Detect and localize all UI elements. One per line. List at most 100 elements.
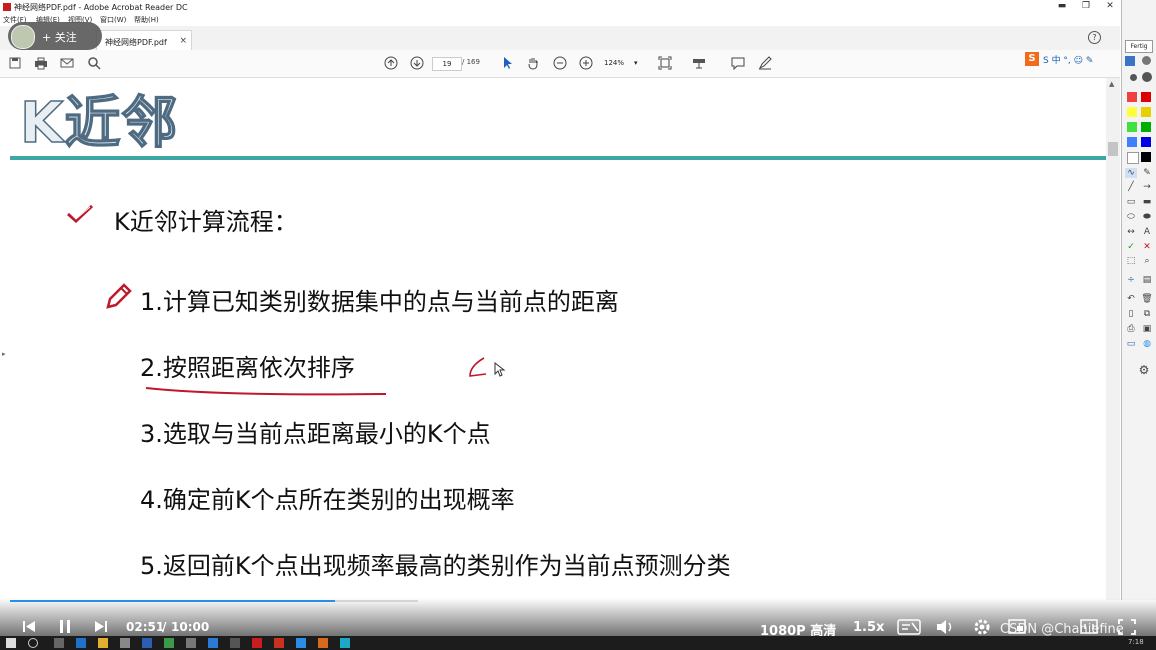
- taskbar-app-icon-5[interactable]: [208, 638, 218, 648]
- menu-window[interactable]: 窗口(W): [100, 15, 126, 25]
- color-swatch-yellow[interactable]: [1141, 107, 1151, 117]
- task-view-icon[interactable]: [54, 638, 64, 648]
- skip-forward-icon[interactable]: [94, 620, 108, 633]
- fit-page-icon[interactable]: [658, 56, 672, 70]
- copy-icon[interactable]: ⧉: [1141, 309, 1153, 319]
- danmaku-off-icon[interactable]: [897, 619, 921, 635]
- tab-label: 神经网络PDF.pdf: [105, 38, 167, 47]
- pencil-icon: [106, 283, 132, 309]
- email-icon[interactable]: [60, 56, 74, 70]
- windows-start-icon[interactable]: [6, 638, 16, 648]
- zoom-level[interactable]: 124% ▾: [604, 57, 642, 69]
- sogou-input-bar[interactable]: S S 中 °, ☺ ✎: [1025, 52, 1120, 66]
- comment-icon[interactable]: [731, 56, 745, 70]
- left-panel-expand-icon[interactable]: ▸: [2, 350, 6, 358]
- help-icon[interactable]: ?: [1088, 31, 1101, 44]
- select-cursor-icon[interactable]: [500, 56, 514, 70]
- settings-add-icon[interactable]: ⚙: [1138, 363, 1150, 377]
- taskbar-app-icon-10[interactable]: [340, 638, 350, 648]
- sogou-icon: S: [1025, 52, 1039, 66]
- filled-rectangle-tool-icon[interactable]: ▬: [1141, 197, 1153, 207]
- follow-button[interactable]: + 关注: [8, 22, 102, 50]
- zoom-in-icon[interactable]: [579, 56, 593, 70]
- taskbar-app-icon-2[interactable]: [142, 638, 152, 648]
- scrollbar-thumb[interactable]: [1108, 142, 1118, 156]
- taskbar-app-icon-6[interactable]: [230, 638, 240, 648]
- save-icon[interactable]: [8, 56, 22, 70]
- color-swatch-blue[interactable]: [1141, 137, 1151, 147]
- color-swatch-light-yellow[interactable]: [1127, 107, 1137, 117]
- arrow-tool-icon[interactable]: →: [1141, 182, 1153, 192]
- palette-pen-size-small[interactable]: [1125, 56, 1135, 66]
- text-tool-icon[interactable]: A: [1141, 227, 1153, 237]
- divide-icon[interactable]: ÷: [1125, 275, 1137, 285]
- cross-stamp-icon[interactable]: ✕: [1141, 242, 1153, 252]
- color-swatch-black[interactable]: [1141, 152, 1151, 162]
- palette-dot-large[interactable]: [1142, 72, 1152, 82]
- minimize-button[interactable]: ▬: [1050, 0, 1074, 13]
- tab-document[interactable]: 神经网络PDF.pdf ×: [96, 30, 192, 51]
- taskbar-explorer-icon[interactable]: [98, 638, 108, 648]
- skip-back-icon[interactable]: [22, 620, 36, 633]
- freehand-tool-icon[interactable]: ∿: [1125, 168, 1137, 178]
- speed-button[interactable]: 1.5x: [853, 620, 884, 635]
- taskbar-app-icon-7[interactable]: [274, 638, 284, 648]
- taskbar-search-icon[interactable]: [28, 638, 38, 648]
- next-page-icon[interactable]: [410, 56, 424, 70]
- double-arrow-tool-icon[interactable]: ↔: [1125, 227, 1137, 237]
- color-swatch-light-blue[interactable]: [1127, 137, 1137, 147]
- taskbar-app-icon-1[interactable]: [120, 638, 130, 648]
- pdf-page: K近邻 K近邻计算流程： 1.计算已知类别数据集中的点与当前点的距离 2.按照距…: [10, 78, 1106, 600]
- close-window-button[interactable]: ✕: [1098, 0, 1122, 13]
- filled-ellipse-tool-icon[interactable]: ⬬: [1141, 212, 1153, 222]
- pause-icon[interactable]: [58, 619, 72, 634]
- crop-tool-icon[interactable]: ⬚: [1125, 256, 1137, 266]
- avatar: [11, 25, 35, 49]
- palette-dot-small[interactable]: [1130, 74, 1137, 81]
- print-icon[interactable]: [34, 56, 48, 70]
- vertical-scrollbar[interactable]: [1106, 78, 1120, 600]
- taskbar-app-icon-3[interactable]: [164, 638, 174, 648]
- ellipse-tool-icon[interactable]: ⬭: [1125, 212, 1137, 222]
- time-separator: /: [162, 620, 167, 634]
- palette-done-button[interactable]: Fertig: [1125, 40, 1153, 53]
- menu-help[interactable]: 帮助(H): [134, 15, 159, 25]
- color-swatch-red[interactable]: [1141, 92, 1151, 102]
- previous-page-icon[interactable]: [384, 56, 398, 70]
- search-icon[interactable]: [87, 56, 101, 70]
- color-swatch-light-green[interactable]: [1127, 122, 1137, 132]
- save-palette-icon[interactable]: ▣: [1141, 324, 1153, 334]
- check-stamp-icon[interactable]: ✓: [1125, 242, 1137, 252]
- settings-gear-icon[interactable]: [973, 618, 991, 636]
- globe-icon[interactable]: ◍: [1141, 339, 1153, 349]
- taskbar-app-icon-8[interactable]: [296, 638, 306, 648]
- screen-icon[interactable]: ▭: [1125, 339, 1137, 349]
- eraser-tool-icon[interactable]: ✎: [1141, 168, 1153, 178]
- taskbar-acrobat-icon[interactable]: [252, 638, 262, 648]
- tab-close-icon[interactable]: ×: [179, 36, 187, 46]
- scroll-up-icon[interactable]: ▲: [1109, 80, 1114, 88]
- taskbar-edge-icon[interactable]: [76, 638, 86, 648]
- color-swatch-green[interactable]: [1141, 122, 1151, 132]
- hand-tool-icon[interactable]: [526, 56, 540, 70]
- line-tool-icon[interactable]: ╱: [1125, 182, 1137, 192]
- palette-pen-size-medium[interactable]: [1142, 56, 1151, 65]
- pen-draw-icon[interactable]: [758, 56, 772, 70]
- page-number-input[interactable]: 19: [432, 57, 462, 71]
- color-swatch-white[interactable]: [1127, 152, 1139, 164]
- magnifier-tool-icon[interactable]: ⌕: [1141, 256, 1153, 266]
- new-page-icon[interactable]: ▯: [1125, 309, 1137, 319]
- rectangle-tool-icon[interactable]: ▭: [1125, 197, 1137, 207]
- zoom-out-icon[interactable]: [553, 56, 567, 70]
- taskbar-app-icon-4[interactable]: [186, 638, 196, 648]
- print-palette-icon[interactable]: ⎙: [1125, 324, 1137, 334]
- trash-icon[interactable]: 🗑: [1141, 294, 1153, 304]
- taskbar-app-icon-9[interactable]: [318, 638, 328, 648]
- stamp-icon[interactable]: [692, 56, 706, 70]
- undo-icon[interactable]: ↶: [1125, 294, 1137, 304]
- checkmark-icon: [67, 204, 94, 224]
- color-swatch-light-red[interactable]: [1127, 92, 1137, 102]
- volume-icon[interactable]: [936, 619, 954, 635]
- maximize-button[interactable]: ❐: [1074, 0, 1098, 13]
- grid-icon[interactable]: ▤: [1141, 275, 1153, 285]
